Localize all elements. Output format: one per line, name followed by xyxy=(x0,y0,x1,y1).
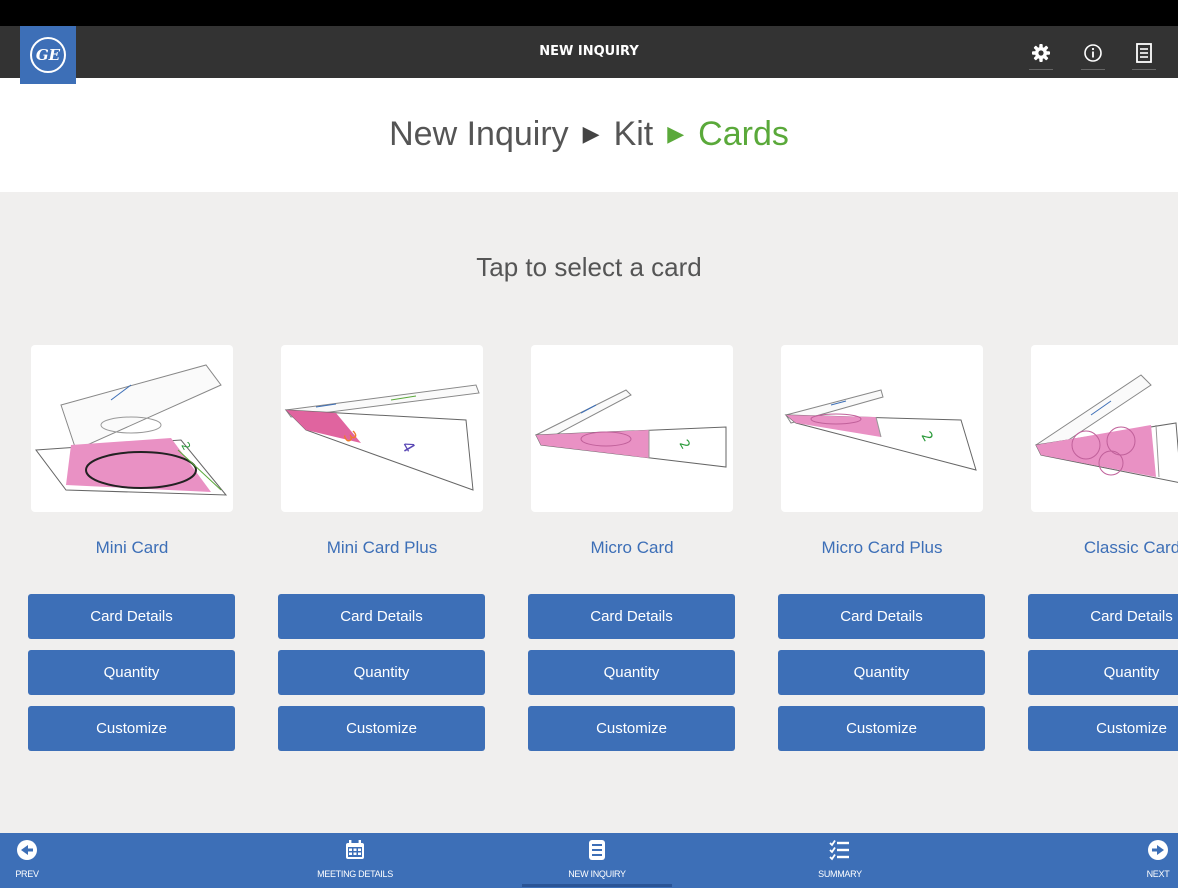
gear-icon[interactable] xyxy=(1029,36,1053,70)
next-arrow-icon xyxy=(1147,839,1169,865)
customize-button[interactable]: Customize xyxy=(1028,706,1178,751)
select-card-prompt: Tap to select a card xyxy=(476,252,702,282)
card-selection-panel: Tap to select a card 2 Mini Card Card De… xyxy=(0,192,1178,833)
nav-meeting-details[interactable]: MEETING DETAILS xyxy=(300,833,410,888)
quantity-button[interactable]: Quantity xyxy=(28,650,235,695)
card-image-mini-plus[interactable]: 3 4 xyxy=(281,345,483,512)
breadcrumb-new-inquiry[interactable]: New Inquiry xyxy=(389,115,569,154)
customize-button[interactable]: Customize xyxy=(278,706,485,751)
card-image-mini[interactable]: 2 xyxy=(31,345,233,512)
nav-summary[interactable]: SUMMARY xyxy=(805,833,875,888)
calendar-icon xyxy=(344,839,366,865)
bottom-nav: PREV MEETING DETAILS NEW INQUIRY SUMMARY… xyxy=(0,833,1178,888)
next-button[interactable]: NEXT xyxy=(1144,833,1172,888)
card-name[interactable]: Classic Card xyxy=(1028,538,1178,558)
card-image-micro[interactable]: 2 xyxy=(531,345,733,512)
breadcrumb-separator: ▶ xyxy=(667,121,685,146)
card-image-micro-plus[interactable]: 2 xyxy=(781,345,983,512)
checklist-icon xyxy=(829,839,851,865)
card-classic: Classic Card Card Details Quantity Custo… xyxy=(1028,345,1178,751)
card-name[interactable]: Mini Card xyxy=(28,538,236,558)
breadcrumb-kit[interactable]: Kit xyxy=(614,115,654,154)
card-details-button[interactable]: Card Details xyxy=(778,594,985,639)
card-details-button[interactable]: Card Details xyxy=(528,594,735,639)
breadcrumb: New Inquiry ▶ Kit ▶ Cards xyxy=(0,108,1178,160)
summary-label: SUMMARY xyxy=(818,869,862,879)
card-details-button[interactable]: Card Details xyxy=(1028,594,1178,639)
prev-label: PREV xyxy=(15,869,39,879)
card-image-classic[interactable] xyxy=(1031,345,1178,512)
document-icon xyxy=(586,839,608,865)
customize-button[interactable]: Customize xyxy=(28,706,235,751)
card-mini-plus: 3 4 Mini Card Plus Card Details Quantity… xyxy=(278,345,486,751)
quantity-button[interactable]: Quantity xyxy=(778,650,985,695)
status-strip xyxy=(0,0,1178,26)
active-tab-indicator xyxy=(522,884,672,887)
customize-button[interactable]: Customize xyxy=(528,706,735,751)
quantity-button[interactable]: Quantity xyxy=(528,650,735,695)
card-micro: 2 Micro Card Card Details Quantity Custo… xyxy=(528,345,736,751)
customize-button[interactable]: Customize xyxy=(778,706,985,751)
prev-button[interactable]: PREV xyxy=(14,833,40,888)
card-name[interactable]: Micro Card Plus xyxy=(778,538,986,558)
info-icon[interactable] xyxy=(1081,36,1105,70)
quantity-button[interactable]: Quantity xyxy=(1028,650,1178,695)
card-name[interactable]: Mini Card Plus xyxy=(278,538,486,558)
card-details-button[interactable]: Card Details xyxy=(278,594,485,639)
card-details-button[interactable]: Card Details xyxy=(28,594,235,639)
card-micro-plus: 2 Micro Card Plus Card Details Quantity … xyxy=(778,345,986,751)
card-name[interactable]: Micro Card xyxy=(528,538,736,558)
list-icon[interactable] xyxy=(1132,36,1156,70)
quantity-button[interactable]: Quantity xyxy=(278,650,485,695)
new-inquiry-label: NEW INQUIRY xyxy=(568,869,626,879)
card-mini: 2 Mini Card Card Details Quantity Custom… xyxy=(28,345,236,751)
next-label: NEXT xyxy=(1146,869,1170,879)
breadcrumb-cards: Cards xyxy=(698,114,789,153)
meeting-details-label: MEETING DETAILS xyxy=(317,869,393,879)
breadcrumb-separator: ▶ xyxy=(582,121,600,146)
prev-arrow-icon xyxy=(16,839,38,865)
header-title: NEW INQUIRY xyxy=(539,44,639,59)
nav-new-inquiry[interactable]: NEW INQUIRY xyxy=(547,833,647,888)
